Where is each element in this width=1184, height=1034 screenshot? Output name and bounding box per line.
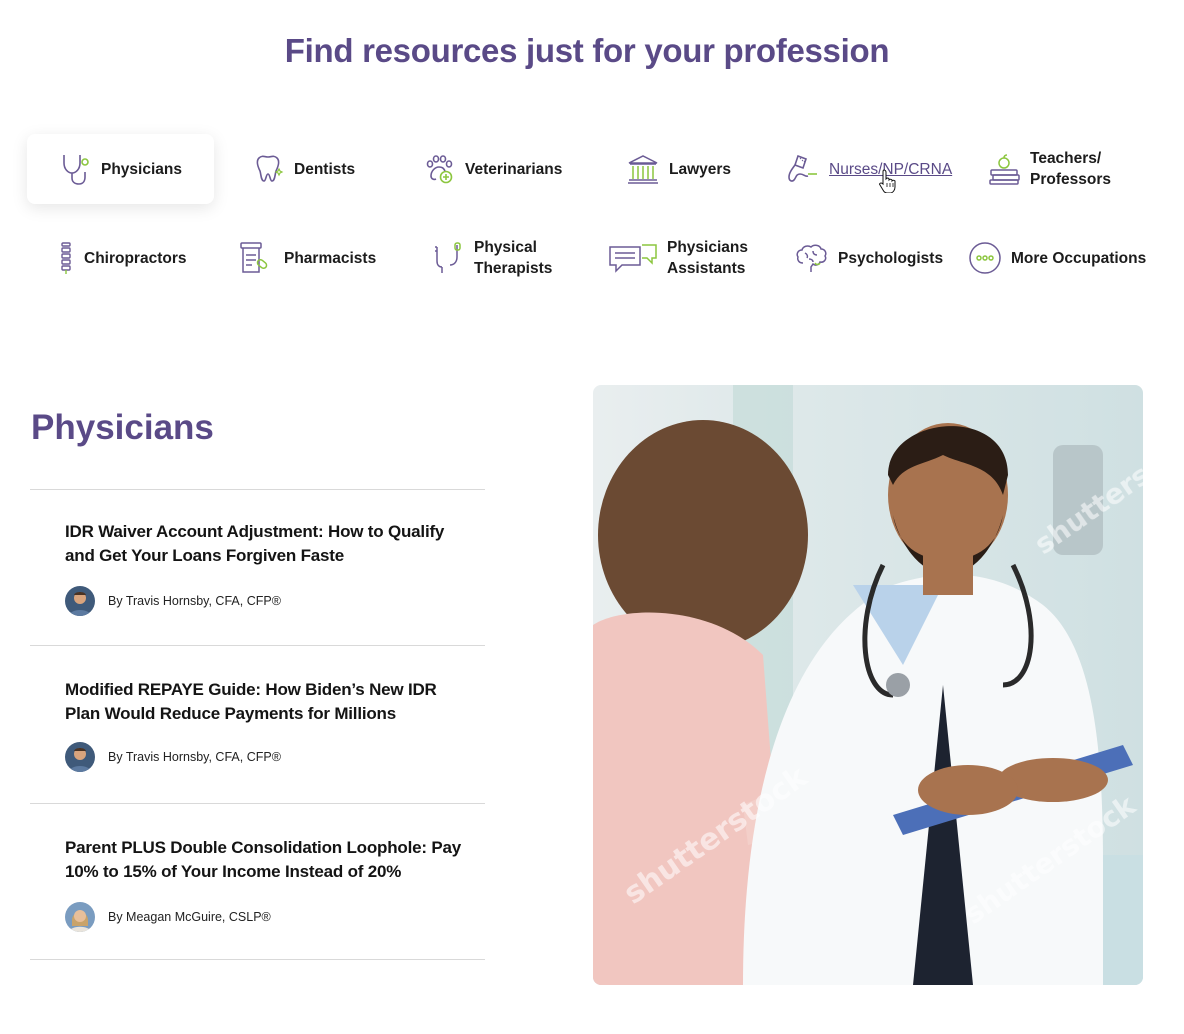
article-item[interactable]: IDR Waiver Account Adjustment: How to Qu…: [30, 489, 485, 645]
profession-lawyers[interactable]: Lawyers: [625, 134, 765, 204]
stethoscope-icon: [57, 151, 93, 187]
therapy-bands-icon: [430, 240, 466, 276]
prescription-icon: [236, 240, 272, 276]
profession-label: Physical Therapists: [474, 239, 553, 277]
profession-label: Psychologists: [838, 249, 944, 267]
profession-chiropractors[interactable]: Chiropractors: [48, 223, 208, 293]
profession-label: Lawyers: [669, 160, 732, 178]
doctor-patient-photo: shutterstock shutterstock shutterstock: [593, 385, 1143, 985]
author-avatar: [65, 586, 95, 616]
spine-icon: [48, 240, 84, 276]
profession-psychologists[interactable]: Psychologists: [794, 223, 954, 293]
profession-veterinarians[interactable]: Veterinarians: [421, 134, 591, 204]
tooth-icon: [250, 151, 286, 187]
profession-label: Dentists: [294, 160, 356, 178]
profession-label: Pharmacists: [284, 249, 377, 267]
author-name: By Travis Hornsby, CFA, CFP®: [108, 594, 281, 608]
byline: By Travis Hornsby, CFA, CFP®: [65, 586, 281, 616]
article-title[interactable]: IDR Waiver Account Adjustment: How to Qu…: [65, 520, 465, 568]
article-title[interactable]: Modified REPAYE Guide: How Biden’s New I…: [65, 678, 465, 726]
profession-physical-therapists[interactable]: Physical Therapists: [430, 223, 580, 293]
byline: By Travis Hornsby, CFA, CFP®: [65, 742, 281, 772]
section-title: Physicians: [31, 408, 214, 447]
paw-icon: [421, 151, 457, 187]
profession-label: Chiropractors: [84, 249, 187, 267]
profession-more-occupations[interactable]: More Occupations: [967, 223, 1147, 293]
author-avatar: [65, 902, 95, 932]
profession-label: Physicians: [101, 160, 182, 178]
page-title: Find resources just for your profession: [284, 32, 890, 69]
books-apple-icon: [986, 151, 1022, 187]
profession-nurses[interactable]: Nurses/NP/CRNA: [785, 134, 960, 204]
article-item[interactable]: Modified REPAYE Guide: How Biden’s New I…: [30, 645, 485, 803]
author-name: By Meagan McGuire, CSLP®: [108, 910, 271, 924]
article-item[interactable]: Parent PLUS Double Consolidation Loophol…: [30, 803, 485, 960]
pointer-cursor-icon: [878, 169, 898, 198]
courthouse-icon: [625, 151, 661, 187]
profession-pharmacists[interactable]: Pharmacists: [236, 223, 396, 293]
profession-teachers[interactable]: Teachers/ Professors: [986, 134, 1136, 204]
profession-physicians[interactable]: Physicians: [27, 134, 214, 204]
byline: By Meagan McGuire, CSLP®: [65, 902, 271, 932]
brain-icon: [794, 240, 830, 276]
profession-physicians-assistants[interactable]: Physicians Assistants: [607, 223, 757, 293]
author-avatar: [65, 742, 95, 772]
profession-label: More Occupations: [1011, 249, 1147, 267]
more-dots-icon: [967, 240, 1003, 276]
profession-label: Veterinarians: [465, 160, 563, 178]
nurse-icon: [785, 151, 821, 187]
profession-label: Physicians Assistants: [667, 239, 748, 277]
chat-bubbles-icon: [607, 240, 659, 276]
author-name: By Travis Hornsby, CFA, CFP®: [108, 750, 281, 764]
profession-label: Teachers/ Professors: [1030, 150, 1111, 188]
profession-dentists[interactable]: Dentists: [250, 134, 400, 204]
article-title[interactable]: Parent PLUS Double Consolidation Loophol…: [65, 836, 465, 884]
